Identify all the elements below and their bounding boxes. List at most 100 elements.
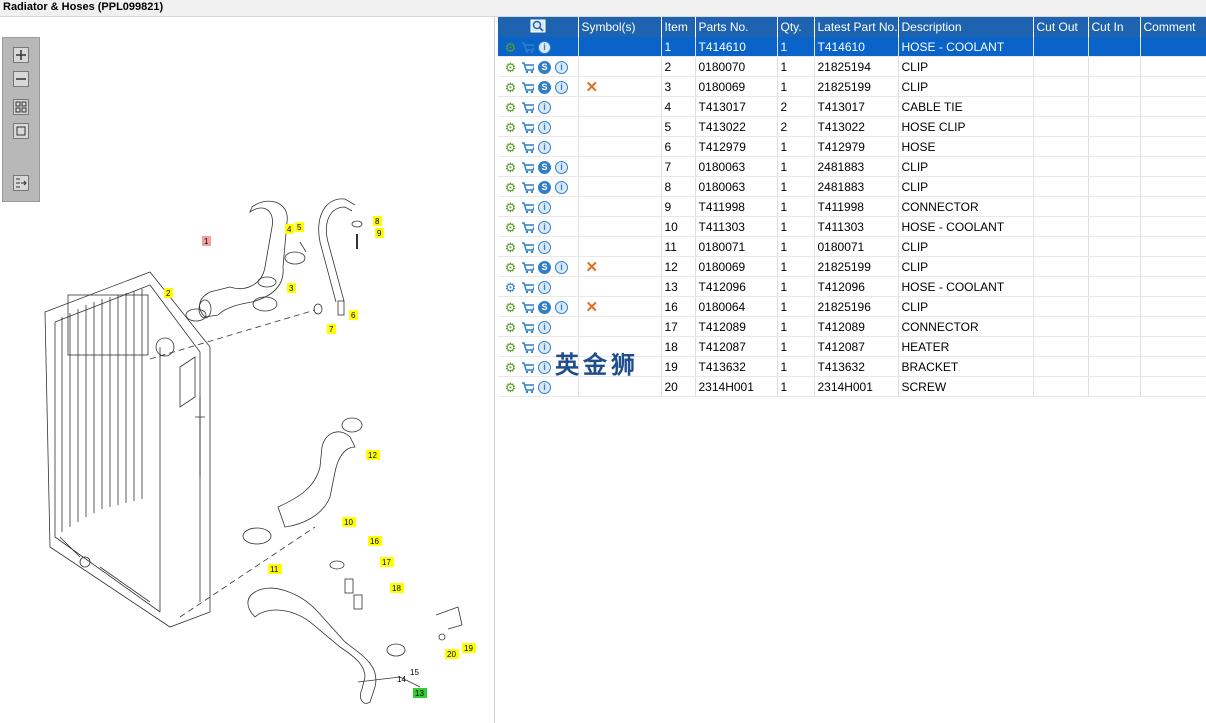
info-icon[interactable]: i [538,340,551,354]
options-gear-icon[interactable]: ⚙ [504,201,517,214]
cart-icon[interactable] [521,61,534,74]
info-icon[interactable]: i [538,380,551,394]
options-gears-icon[interactable]: ⚙ [504,281,517,294]
actual-size-button[interactable] [12,122,30,140]
substitution-icon[interactable]: S [538,80,551,94]
options-gear-icon[interactable]: ⚙ [504,101,517,114]
table-row[interactable]: ⚙ i 4 T413017 2 T413017 CABLE TIE [498,96,1206,117]
table-row[interactable]: ⚙ i 1 T414610 1 T414610 HOSE - COOLANT [498,37,1206,57]
options-gear-icon[interactable]: ⚙ [504,221,517,234]
info-icon[interactable]: i [555,300,568,314]
fit-all-button[interactable] [12,98,30,116]
column-header-item[interactable]: Item [661,17,696,37]
diagram-pane[interactable]: 1 2 3 4 5 6 7 8 9 10 11 12 13 14 15 16 1… [0,17,495,723]
info-icon[interactable]: i [538,320,551,334]
cart-icon[interactable] [521,281,534,294]
callout-20[interactable]: 20 [445,649,459,659]
table-row[interactable]: ⚙ Si ✕ 16 0180064 1 21825196 CLIP [498,296,1206,317]
callout-12[interactable]: 12 [366,450,380,460]
table-row[interactable]: ⚙ i 9 T411998 1 T411998 CONNECTOR [498,196,1206,217]
cart-icon[interactable] [521,121,534,134]
cart-icon[interactable] [521,301,534,314]
options-gear-icon[interactable]: ⚙ [504,301,517,314]
options-gear-icon[interactable]: ⚙ [504,61,517,74]
substitution-icon[interactable]: S [538,300,551,314]
info-icon[interactable]: i [555,260,568,274]
cart-icon[interactable] [521,161,534,174]
substitution-icon[interactable]: S [538,160,551,174]
callout-19[interactable]: 19 [462,643,476,653]
cart-icon[interactable] [521,221,534,234]
substitution-icon[interactable]: S [538,260,551,274]
table-row[interactable]: ⚙ i 5 T413022 2 T413022 HOSE CLIP [498,116,1206,137]
callout-17[interactable]: 17 [380,557,394,567]
cart-icon[interactable] [521,361,534,374]
zoom-out-button[interactable] [12,70,30,88]
options-gear-icon[interactable]: ⚙ [504,341,517,354]
column-header-tools[interactable] [498,17,579,37]
info-icon[interactable]: i [555,60,568,74]
callout-6[interactable]: 6 [349,310,358,320]
callout-16[interactable]: 16 [368,536,382,546]
callout-11[interactable]: 11 [268,564,282,574]
callout-8[interactable]: 8 [373,216,382,226]
table-row[interactable]: ⚙ i 11 0180071 1 0180071 CLIP [498,236,1206,257]
info-icon[interactable]: i [538,220,551,234]
table-row[interactable]: ⚙ i 10 T411303 1 T411303 HOSE - COOLANT [498,216,1206,237]
column-header-symbols[interactable]: Symbol(s) [578,17,662,37]
info-icon[interactable]: i [555,80,568,94]
table-row[interactable]: ⚙ Si ✕ 12 0180069 1 21825199 CLIP [498,256,1206,277]
cart-icon[interactable] [521,241,534,254]
cart-icon[interactable] [521,101,534,114]
column-header-cut-in[interactable]: Cut In [1088,17,1141,37]
callout-1[interactable]: 1 [202,236,211,246]
options-gear-icon[interactable]: ⚙ [504,141,517,154]
info-icon[interactable]: i [555,160,568,174]
callout-2[interactable]: 2 [164,288,173,298]
cart-icon[interactable] [521,261,534,274]
options-gear-icon[interactable]: ⚙ [504,381,517,394]
export-button[interactable] [12,174,30,192]
info-icon[interactable]: i [538,200,551,214]
substitution-icon[interactable]: S [538,60,551,74]
table-row[interactable]: ⚙ Si 2 0180070 1 21825194 CLIP [498,56,1206,77]
info-icon[interactable]: i [538,120,551,134]
magnifier-icon[interactable] [530,19,546,33]
info-icon[interactable]: i [538,280,551,294]
callout-14[interactable]: 14 [397,675,406,684]
options-gear-icon[interactable]: ⚙ [504,181,517,194]
table-row[interactable]: ⚙ Si 8 0180063 1 2481883 CLIP [498,176,1206,197]
callout-13[interactable]: 13 [413,688,427,698]
substitution-icon[interactable]: S [538,180,551,194]
callout-4[interactable]: 4 [285,224,294,234]
options-gear-icon[interactable]: ⚙ [504,361,517,374]
callout-15[interactable]: 15 [410,668,419,677]
options-gear-icon[interactable]: ⚙ [504,321,517,334]
table-row[interactable]: ⚙ i 13 T412096 1 T412096 HOSE - COOLANT [498,276,1206,297]
column-header-part-no[interactable]: Parts No. [695,17,778,37]
info-icon[interactable]: i [538,140,551,154]
cart-icon[interactable] [521,341,534,354]
table-row[interactable]: ⚙ Si 7 0180063 1 2481883 CLIP [498,156,1206,177]
info-icon[interactable]: i [538,240,551,254]
cart-icon[interactable] [521,81,534,94]
cart-icon[interactable] [521,321,534,334]
options-gear-icon[interactable]: ⚙ [504,41,517,54]
options-gear-icon[interactable]: ⚙ [504,161,517,174]
cart-icon[interactable] [521,201,534,214]
column-header-cut-out[interactable]: Cut Out [1033,17,1089,37]
options-gear-icon[interactable]: ⚙ [504,81,517,94]
callout-7[interactable]: 7 [327,324,336,334]
info-icon[interactable]: i [538,40,551,54]
parts-drawing[interactable]: 1 2 3 4 5 6 7 8 9 10 11 12 13 14 15 16 1… [0,17,494,723]
callout-10[interactable]: 10 [342,517,356,527]
options-gear-icon[interactable]: ⚙ [504,241,517,254]
callout-18[interactable]: 18 [390,583,404,593]
zoom-in-button[interactable] [12,46,30,64]
options-gear-icon[interactable]: ⚙ [504,121,517,134]
column-header-latest-part-no[interactable]: Latest Part No. [814,17,899,37]
cart-icon[interactable] [521,141,534,154]
callout-3[interactable]: 3 [287,283,296,293]
options-gear-icon[interactable]: ⚙ [504,261,517,274]
column-header-comment[interactable]: Comment [1140,17,1206,37]
